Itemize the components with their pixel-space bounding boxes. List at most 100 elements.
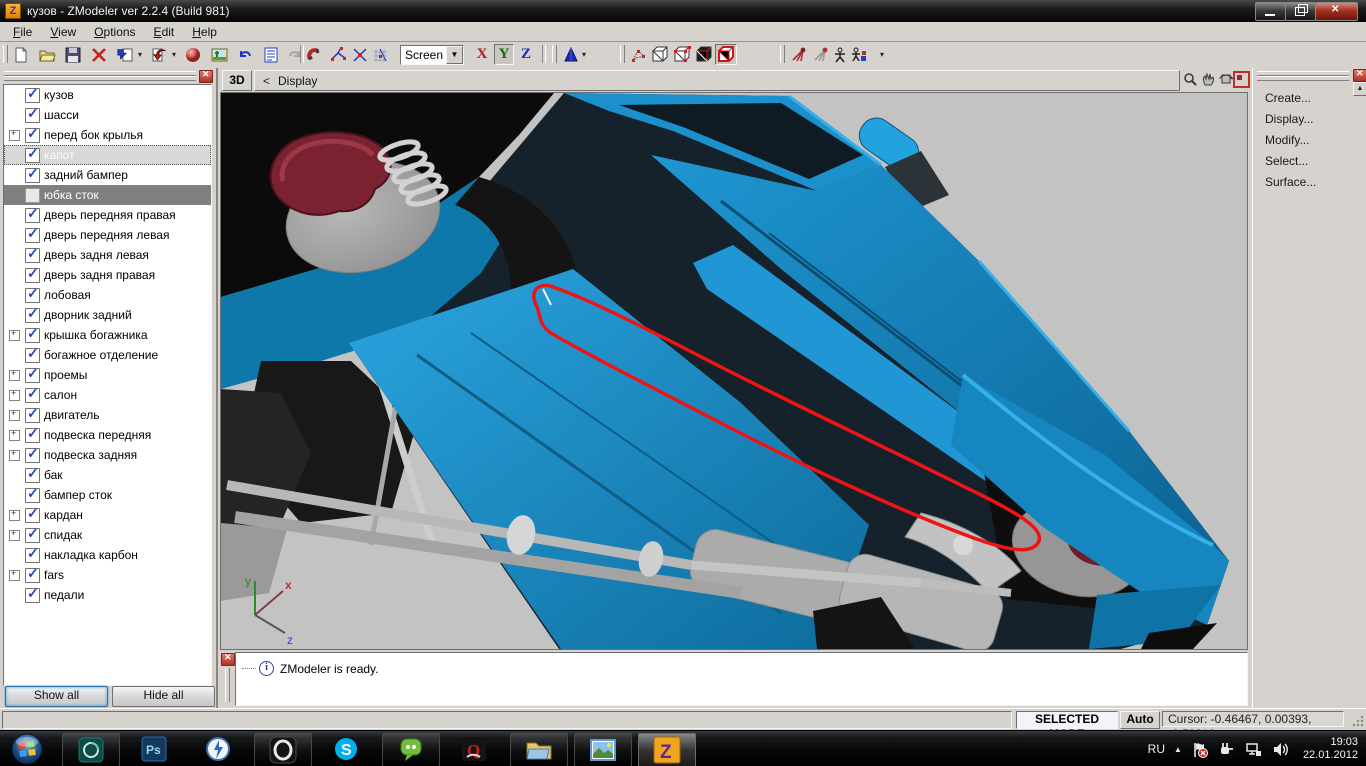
cube-mode-edges-icon[interactable] bbox=[671, 44, 693, 65]
part-row[interactable]: богажное отделение bbox=[4, 345, 211, 365]
axis-z-button[interactable]: Z bbox=[516, 44, 536, 65]
taskbar-skype[interactable]: S bbox=[318, 733, 374, 765]
texture-browser-icon[interactable] bbox=[208, 44, 230, 65]
orbit-icon[interactable] bbox=[1218, 71, 1234, 87]
visibility-checkbox-checked[interactable] bbox=[25, 268, 40, 283]
part-row[interactable]: fars bbox=[4, 565, 211, 585]
language-indicator[interactable]: RU bbox=[1148, 742, 1165, 756]
part-row[interactable]: дворник задний bbox=[4, 305, 211, 325]
part-row[interactable]: спидак bbox=[4, 525, 211, 545]
axis-cone-icon[interactable] bbox=[560, 44, 582, 65]
animate-dropdown-arrow[interactable]: ▾ bbox=[880, 50, 884, 59]
visibility-checkbox-checked[interactable] bbox=[25, 168, 40, 183]
cube-mode-active-icon[interactable] bbox=[715, 44, 737, 65]
open-file-icon[interactable] bbox=[36, 44, 58, 65]
visibility-checkbox-checked[interactable] bbox=[25, 588, 40, 603]
back-arrow[interactable]: < bbox=[255, 74, 278, 88]
part-row[interactable]: дверь задня правая bbox=[4, 265, 211, 285]
axis-x-button[interactable]: X bbox=[472, 44, 492, 65]
import-dropdown-arrow[interactable]: ▾ bbox=[172, 50, 176, 59]
command-panel-close-button[interactable] bbox=[1353, 69, 1366, 82]
expand-toggle-icon[interactable] bbox=[9, 450, 20, 461]
menu-view[interactable]: View bbox=[41, 23, 85, 41]
part-row[interactable]: дверь передняя правая bbox=[4, 205, 211, 225]
part-row[interactable]: крышка богажника bbox=[4, 325, 211, 345]
part-row[interactable]: перед бок крылья bbox=[4, 125, 211, 145]
visibility-checkbox-checked[interactable] bbox=[25, 108, 40, 123]
break-vertices-icon[interactable] bbox=[349, 44, 371, 65]
visibility-checkbox-checked[interactable] bbox=[25, 548, 40, 563]
expand-toggle-icon[interactable] bbox=[9, 510, 20, 521]
network-icon[interactable] bbox=[1245, 740, 1263, 758]
taskbar-q-app[interactable]: Q bbox=[446, 733, 502, 765]
visibility-checkbox-checked[interactable] bbox=[25, 448, 40, 463]
log-close-button[interactable] bbox=[221, 653, 235, 666]
visibility-checkbox-checked[interactable] bbox=[25, 488, 40, 503]
taskbar-zmodeler[interactable]: Z bbox=[638, 733, 696, 766]
expand-toggle-icon[interactable] bbox=[9, 570, 20, 581]
viewport-3d-canvas[interactable]: y x z bbox=[220, 92, 1248, 650]
cube-mode-solid-icon[interactable] bbox=[693, 44, 715, 65]
visibility-checkbox-checked[interactable] bbox=[25, 368, 40, 383]
minimize-button[interactable] bbox=[1255, 2, 1286, 21]
visibility-checkbox-checked[interactable] bbox=[25, 228, 40, 243]
visibility-checkbox-checked[interactable] bbox=[25, 328, 40, 343]
viewport-title-bar[interactable]: < Display bbox=[254, 70, 1180, 91]
axis-y-button[interactable]: Y bbox=[494, 44, 514, 65]
save-file-icon[interactable] bbox=[62, 44, 84, 65]
expand-toggle-icon[interactable] bbox=[9, 430, 20, 441]
visibility-checkbox-checked[interactable] bbox=[25, 508, 40, 523]
part-row[interactable]: кардан bbox=[4, 505, 211, 525]
part-row[interactable]: бак bbox=[4, 465, 211, 485]
command-surface[interactable]: Surface... bbox=[1253, 173, 1366, 191]
hide-all-button[interactable]: Hide all bbox=[112, 686, 215, 707]
menu-edit[interactable]: Edit bbox=[145, 23, 184, 41]
select-vertices-icon[interactable] bbox=[627, 44, 649, 65]
animate-icon[interactable] bbox=[847, 44, 869, 65]
taskbar-explorer[interactable] bbox=[510, 733, 568, 766]
visibility-checkbox-unchecked[interactable] bbox=[25, 188, 40, 203]
delete-icon[interactable] bbox=[88, 44, 110, 65]
material-sphere-icon[interactable] bbox=[182, 44, 204, 65]
part-row[interactable]: салон bbox=[4, 385, 211, 405]
bone-gray-icon[interactable] bbox=[809, 44, 831, 65]
visibility-checkbox-checked[interactable] bbox=[25, 528, 40, 543]
part-row[interactable]: накладка карбон bbox=[4, 545, 211, 565]
export-icon[interactable] bbox=[114, 44, 136, 65]
zoom-icon[interactable] bbox=[1182, 71, 1198, 87]
visibility-checkbox-checked[interactable] bbox=[25, 88, 40, 103]
part-row[interactable]: задний бампер bbox=[4, 165, 211, 185]
expand-toggle-icon[interactable] bbox=[9, 130, 20, 141]
log-grip[interactable] bbox=[225, 668, 230, 702]
command-panel-grip[interactable] bbox=[1257, 76, 1349, 81]
visibility-checkbox-checked[interactable] bbox=[25, 208, 40, 223]
taskbar-image-viewer[interactable] bbox=[574, 733, 632, 766]
export-dropdown-arrow[interactable]: ▾ bbox=[138, 50, 142, 59]
close-button[interactable]: ✕ bbox=[1315, 2, 1358, 21]
resize-grip[interactable] bbox=[1352, 715, 1364, 727]
menu-file[interactable]: File bbox=[4, 23, 41, 41]
visibility-checkbox-checked[interactable] bbox=[25, 308, 40, 323]
visibility-checkbox-checked[interactable] bbox=[25, 568, 40, 583]
taskbar-photoshop[interactable]: Ps bbox=[126, 733, 182, 765]
bone-red-icon[interactable] bbox=[787, 44, 809, 65]
weld-vertices-icon[interactable] bbox=[327, 44, 349, 65]
import-icon[interactable] bbox=[148, 44, 170, 65]
visibility-checkbox-checked[interactable] bbox=[25, 428, 40, 443]
taskbar-daemon-tools[interactable] bbox=[190, 733, 246, 765]
notes-icon[interactable] bbox=[260, 44, 282, 65]
expand-toggle-icon[interactable] bbox=[9, 530, 20, 541]
expand-toggle-icon[interactable] bbox=[9, 330, 20, 341]
command-select[interactable]: Select... bbox=[1253, 152, 1366, 170]
menu-options[interactable]: Options bbox=[85, 23, 144, 41]
taskbar-opera[interactable] bbox=[254, 733, 312, 766]
view-mode-button[interactable]: 3D bbox=[222, 70, 252, 91]
visibility-checkbox-checked[interactable] bbox=[25, 388, 40, 403]
sidebar-close-button[interactable] bbox=[199, 70, 213, 83]
volume-icon[interactable] bbox=[1272, 740, 1290, 758]
show-all-button[interactable]: Show all bbox=[5, 686, 108, 707]
sidebar-grip[interactable] bbox=[4, 76, 196, 81]
part-row[interactable]: кузов bbox=[4, 85, 211, 105]
command-create[interactable]: Create... bbox=[1253, 89, 1366, 107]
menu-help[interactable]: Help bbox=[183, 23, 226, 41]
